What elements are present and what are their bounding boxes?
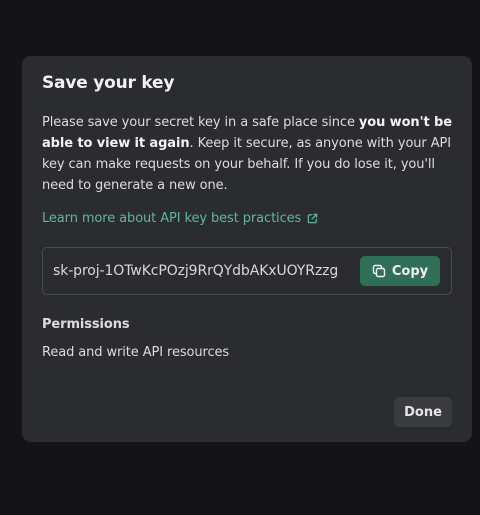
copy-button-label: Copy [391, 263, 429, 279]
learn-more-link[interactable]: Learn more about API key best practices [42, 211, 318, 226]
description-text-start: Please save your secret key in a safe pl… [42, 115, 359, 130]
api-key-input[interactable] [53, 260, 353, 282]
done-button[interactable]: Done [394, 397, 452, 427]
save-key-dialog: Save your key Please save your secret ke… [22, 56, 472, 442]
copy-button[interactable]: Copy [360, 256, 440, 286]
dialog-description: Please save your secret key in a safe pl… [42, 112, 456, 196]
api-key-field: Copy [42, 247, 452, 295]
copy-icon [372, 264, 386, 278]
permissions-value: Read and write API resources [42, 345, 230, 360]
external-link-icon [307, 213, 318, 224]
permissions-heading: Permissions [42, 317, 130, 332]
learn-more-label: Learn more about API key best practices [42, 211, 302, 226]
dialog-title: Save your key [42, 73, 175, 93]
